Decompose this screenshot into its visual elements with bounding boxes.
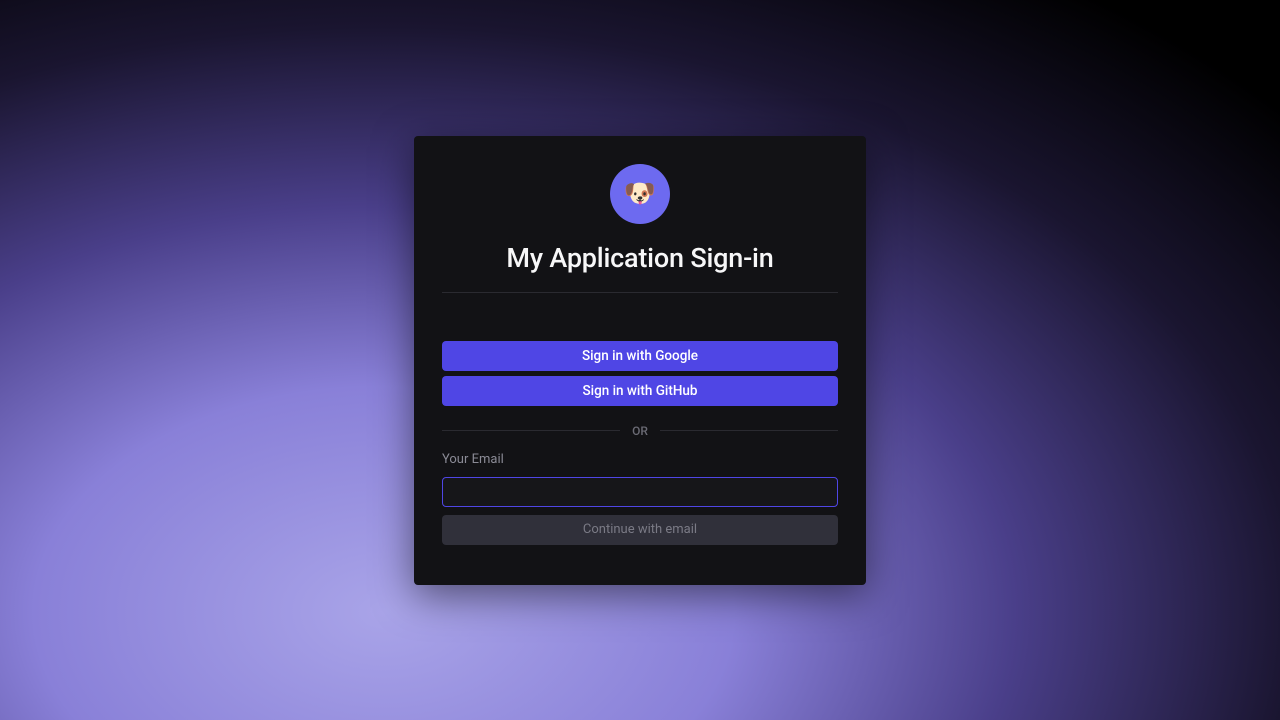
app-logo: 🐶	[610, 164, 670, 224]
github-signin-button[interactable]: Sign in with GitHub	[442, 376, 838, 406]
logo-container: 🐶	[442, 164, 838, 224]
continue-email-button[interactable]: Continue with email	[442, 515, 838, 545]
email-input[interactable]	[442, 477, 838, 507]
email-label: Your Email	[442, 452, 838, 467]
divider: OR	[442, 424, 838, 438]
divider-text: OR	[632, 424, 648, 438]
divider-line-left	[442, 430, 620, 431]
oauth-providers: Sign in with Google Sign in with GitHub	[442, 341, 838, 406]
google-signin-button[interactable]: Sign in with Google	[442, 341, 838, 371]
dog-icon: 🐶	[624, 179, 656, 209]
divider-line-right	[660, 430, 838, 431]
signin-title: My Application Sign-in	[442, 242, 838, 293]
signin-card: 🐶 My Application Sign-in Sign in with Go…	[414, 136, 866, 585]
